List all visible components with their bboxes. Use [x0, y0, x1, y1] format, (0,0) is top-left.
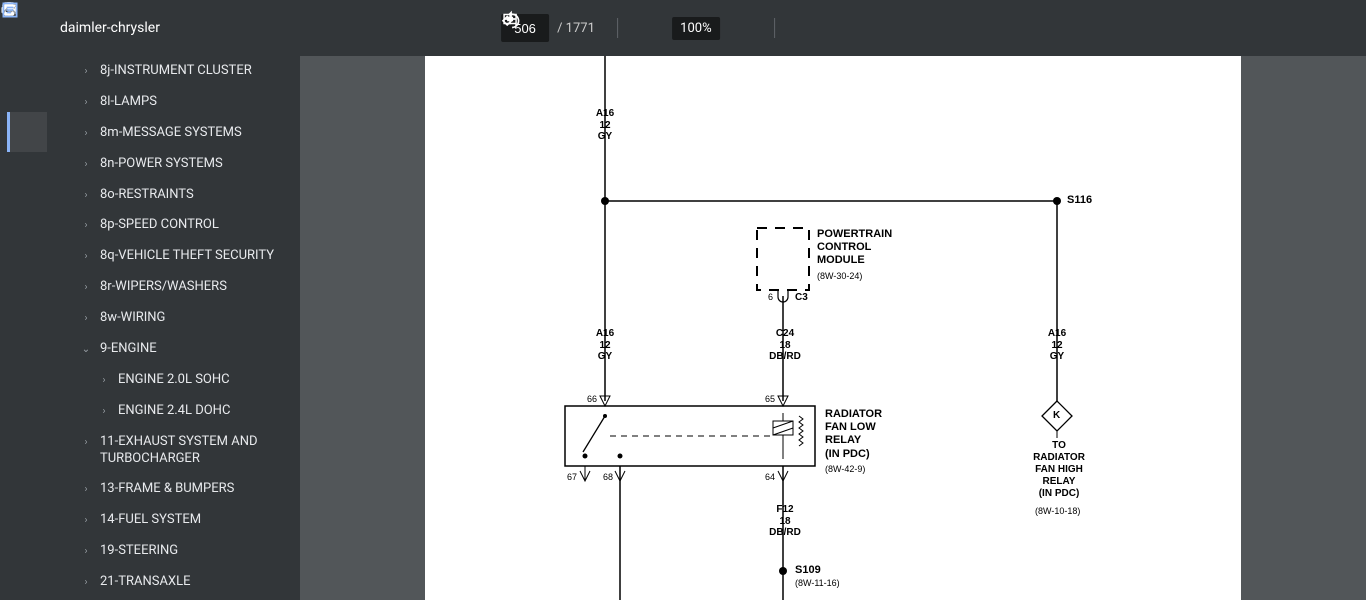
thumbnails-button[interactable] [8, 68, 48, 108]
outline-item[interactable]: › ENGINE 2.4L DOHC [56, 396, 300, 427]
side-rail [0, 56, 56, 600]
outline-item[interactable]: › 8q-VEHICLE THEFT SECURITY [56, 241, 300, 272]
fit-page-button[interactable] [789, 10, 825, 46]
rotate-button[interactable] [829, 10, 865, 46]
outline-item[interactable]: › 13-FRAME & BUMPERS [56, 474, 300, 505]
chevron-icon[interactable]: › [78, 545, 94, 558]
download-button[interactable] [1242, 10, 1278, 46]
outline-label: 21-TRANSAXLE [100, 574, 190, 591]
outline-label: ENGINE 2.0L SOHC [118, 372, 230, 389]
pin-68: 68 [603, 472, 613, 482]
outline-item[interactable]: › 19-STEERING [56, 536, 300, 567]
pin-65: 65 [765, 394, 775, 404]
pcm-label: POWERTRAIN CONTROL MODULE [817, 228, 892, 268]
outline-label: 8o-RESTRAINTS [100, 187, 194, 204]
wire-label-c24: C24 18 DB/RD [765, 328, 805, 363]
chevron-icon[interactable]: › [78, 312, 94, 325]
chevron-icon[interactable]: › [78, 514, 94, 527]
outline-item[interactable]: ⌄ 9-ENGINE [56, 334, 300, 365]
outline-label: 8n-POWER SYSTEMS [100, 156, 223, 173]
outline-label: 8w-WIRING [100, 310, 165, 327]
outline-label: 8r-WIPERS/WASHERS [100, 279, 227, 296]
outline-item[interactable]: › 8j-INSTRUMENT CLUSTER [56, 56, 300, 87]
page-total: / 1771 [557, 21, 595, 36]
pdf-page: A16 12 GY S116 POWERTRAIN CONTROL MODULE… [425, 56, 1241, 600]
pin-64: 64 [765, 472, 775, 482]
connector-c3: C3 [795, 292, 808, 304]
chevron-icon[interactable]: › [78, 219, 94, 232]
wire-label-a16-right: A16 12 GY [1039, 328, 1075, 363]
print-button[interactable] [1282, 10, 1318, 46]
outline-label: 19-STEERING [100, 543, 178, 560]
chevron-icon[interactable]: › [78, 576, 94, 589]
divider [774, 18, 775, 38]
toolbar-center: / 1771 100% [501, 10, 865, 46]
outline-label: 13-FRAME & BUMPERS [100, 481, 234, 498]
outline-label: 8l-LAMPS [100, 94, 157, 111]
s109-ref: (8W-11-16) [795, 578, 840, 589]
chevron-icon[interactable]: › [96, 405, 112, 418]
toolbar-right [1242, 10, 1358, 46]
chevron-icon[interactable]: › [78, 158, 94, 171]
chevron-icon[interactable]: › [96, 374, 112, 387]
outline-label: 9-ENGINE [100, 341, 157, 358]
outline-item[interactable]: › 8r-WIPERS/WASHERS [56, 272, 300, 303]
outline-label: 14-FUEL SYSTEM [100, 512, 201, 529]
k-diamond-label: K [1053, 410, 1060, 422]
chevron-icon[interactable]: › [78, 65, 94, 78]
outline-item[interactable]: › 8l-LAMPS [56, 87, 300, 118]
outline-button[interactable] [7, 112, 47, 152]
pin-c3-6: 6 [768, 292, 773, 302]
document-title: daimler-chrysler [60, 20, 160, 36]
zoom-in-button[interactable] [724, 10, 760, 46]
chevron-icon[interactable]: › [78, 483, 94, 496]
chevron-icon[interactable]: › [78, 281, 94, 294]
outline-label: 8p-SPEED CONTROL [100, 217, 219, 234]
chevron-icon[interactable]: › [78, 189, 94, 202]
pdf-toolbar: daimler-chrysler / 1771 100% [0, 0, 1366, 56]
diagram-svg [425, 56, 1241, 600]
outline-label: 8j-INSTRUMENT CLUSTER [100, 63, 252, 80]
outline-panel[interactable]: › 8j-INSTRUMENT CLUSTER › 8l-LAMPS › 8m-MESSA… [56, 56, 300, 600]
wire-label-a16-top: A16 12 GY [587, 108, 623, 143]
splice-s116: S116 [1067, 194, 1092, 207]
outline-label: 11-EXHAUST SYSTEM AND TURBOCHARGER [100, 434, 292, 468]
outline-item[interactable]: › 11-EXHAUST SYSTEM AND TURBOCHARGER [56, 427, 300, 475]
outline-label: 8q-VEHICLE THEFT SECURITY [100, 248, 274, 265]
outline-item[interactable]: › 8n-POWER SYSTEMS [56, 149, 300, 180]
divider [617, 18, 618, 38]
outline-item[interactable]: › 8w-WIRING [56, 303, 300, 334]
chevron-icon[interactable]: › [78, 96, 94, 109]
outline-label: ENGINE 2.4L DOHC [118, 403, 230, 420]
outline-item[interactable]: › 21-TRANSAXLE [56, 567, 300, 598]
more-button[interactable] [1322, 10, 1358, 46]
relay-ref: (8W-42-9) [825, 464, 865, 475]
outline-item[interactable]: › 14-FUEL SYSTEM [56, 505, 300, 536]
chevron-icon[interactable]: ⌄ [78, 343, 94, 356]
wire-label-f12: F12 18 DB/RD [765, 504, 805, 539]
wiring-diagram: A16 12 GY S116 POWERTRAIN CONTROL MODULE… [425, 56, 1241, 600]
pin-66: 66 [587, 394, 597, 404]
content-area[interactable]: A16 12 GY S116 POWERTRAIN CONTROL MODULE… [300, 56, 1366, 600]
pin-67: 67 [567, 472, 577, 482]
chevron-icon[interactable]: › [78, 436, 94, 449]
outline-item[interactable]: › 8p-SPEED CONTROL [56, 210, 300, 241]
pcm-ref: (8W-30-24) [817, 271, 862, 282]
relay-label: RADIATOR FAN LOW RELAY (IN PDC) [825, 408, 882, 461]
chevron-icon[interactable]: › [78, 250, 94, 263]
outline-item[interactable]: › 8o-RESTRAINTS [56, 180, 300, 211]
splice-s109: S109 [795, 564, 821, 577]
outline-item[interactable]: › 8m-MESSAGE SYSTEMS [56, 118, 300, 149]
zoom-out-button[interactable] [632, 10, 668, 46]
to-radiator-label: TO RADIATOR FAN HIGH RELAY (IN PDC) [1027, 440, 1091, 500]
wire-label-a16-left: A16 12 GY [587, 328, 623, 363]
to-radiator-ref: (8W-10-18) [1035, 506, 1080, 517]
outline-item[interactable]: › ENGINE 2.0L SOHC [56, 365, 300, 396]
zoom-level[interactable]: 100% [672, 17, 720, 40]
outline-label: 8m-MESSAGE SYSTEMS [100, 125, 242, 142]
chevron-icon[interactable]: › [78, 127, 94, 140]
